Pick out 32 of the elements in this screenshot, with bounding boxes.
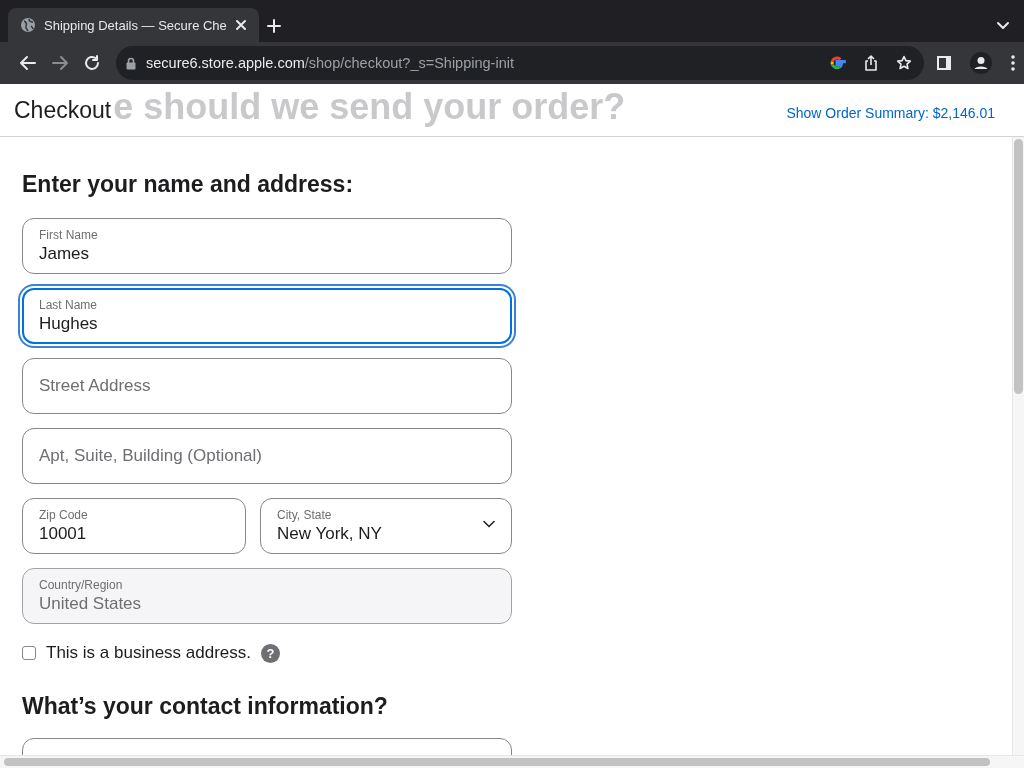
input-field[interactable]: Apt, Suite, Building (Optional) <box>22 428 512 484</box>
address-bar[interactable]: secure6.store.apple.com/shop/checkout?_s=Shipping-init <box>116 46 924 80</box>
checkbox-label: This is a business address. <box>46 643 252 663</box>
profile-icon[interactable] <box>970 52 992 74</box>
back-arrow-icon[interactable] <box>19 54 37 72</box>
input-field[interactable]: First Name James <box>22 218 512 274</box>
star-icon[interactable] <box>896 55 912 71</box>
g-logo-icon[interactable] <box>828 54 846 72</box>
url-text: secure6.store.apple.com/shop/checkout?_s=Shipping-init <box>146 55 515 71</box>
order-summary-link[interactable]: Show Order Summary: $2,146.01 <box>786 105 995 121</box>
tab-title: Shipping Details — Secure Che <box>44 17 227 33</box>
section-heading: Enter your name and address: <box>22 171 355 198</box>
chevron-down-icon <box>483 520 495 528</box>
menu-icon[interactable] <box>1010 54 1016 72</box>
vertical-scrollbar[interactable] <box>1012 137 1024 755</box>
new-tab-icon[interactable] <box>266 19 281 33</box>
checkbox[interactable] <box>22 646 36 660</box>
share-icon[interactable] <box>864 55 878 71</box>
help-button[interactable]: ? <box>261 643 281 663</box>
input-field: Country/Region United States <box>22 568 512 624</box>
select-field[interactable]: City, State New York, NY <box>260 498 512 554</box>
browser-tab[interactable]: Shipping Details — Secure Che <box>8 8 259 42</box>
chevron-down-icon[interactable] <box>996 21 1010 31</box>
reload-icon[interactable] <box>83 54 101 72</box>
horizontal-scrollbar[interactable] <box>0 755 1024 768</box>
input-field[interactable]: Street Address <box>22 358 512 414</box>
globe-icon <box>20 17 36 33</box>
forward-arrow-icon[interactable] <box>51 54 69 72</box>
side-panel-icon[interactable] <box>936 55 952 71</box>
section-heading: What’s your contact information? <box>22 693 389 720</box>
input-field[interactable]: Zip Code 10001 <box>22 498 246 554</box>
close-icon[interactable] <box>234 19 247 31</box>
